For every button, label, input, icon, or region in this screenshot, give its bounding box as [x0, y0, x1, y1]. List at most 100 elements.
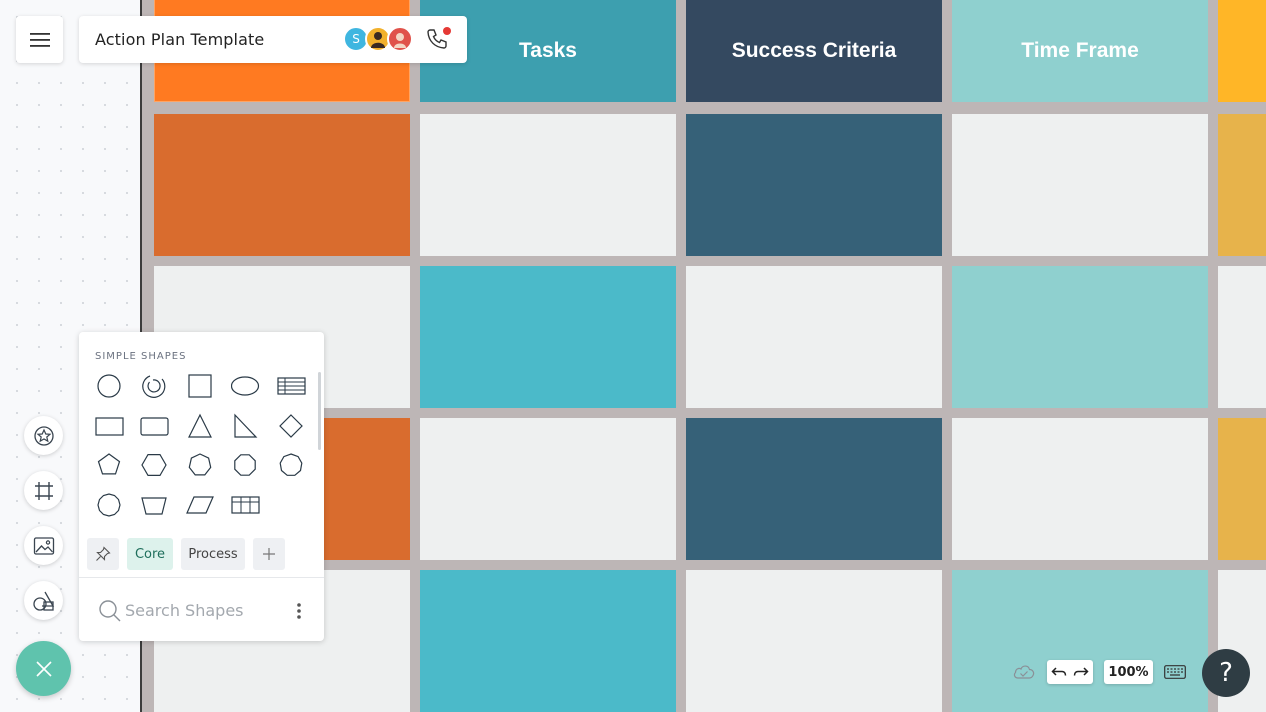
- board-cell[interactable]: [952, 418, 1208, 560]
- redo-icon[interactable]: [1073, 665, 1089, 679]
- arc-icon: [142, 375, 166, 398]
- shape-item[interactable]: [135, 447, 175, 483]
- triangle-icon: [187, 413, 212, 438]
- search-icon: [99, 600, 121, 622]
- undo-icon[interactable]: [1051, 665, 1067, 679]
- shapes-panel: SIMPLE SHAPES Core Process: [79, 332, 324, 641]
- shape-item[interactable]: [271, 408, 311, 444]
- frame-button[interactable]: [24, 471, 63, 510]
- decagon-icon: [96, 492, 121, 517]
- image-button[interactable]: [24, 526, 63, 565]
- plus-icon: [263, 548, 275, 560]
- notification-dot: [443, 27, 451, 35]
- shape-item[interactable]: [226, 487, 266, 523]
- shape-item[interactable]: [226, 408, 266, 444]
- shape-item[interactable]: [89, 368, 129, 404]
- panel-heading: SIMPLE SHAPES: [95, 351, 187, 362]
- search-input[interactable]: [125, 598, 295, 622]
- circle-icon: [96, 374, 121, 398]
- shape-search-bar: [79, 577, 324, 641]
- shape-item[interactable]: [180, 487, 220, 523]
- board-cell[interactable]: [420, 114, 676, 256]
- pentagon-icon: [97, 453, 120, 475]
- shape-item[interactable]: [271, 447, 311, 483]
- parallelogram-icon: [185, 495, 214, 514]
- diamond-icon: [278, 413, 303, 438]
- star-badge-icon: [33, 425, 54, 446]
- column-header-label: Tasks: [519, 39, 577, 62]
- hexagon-icon: [141, 453, 167, 476]
- image-icon: [33, 536, 54, 555]
- keyboard-icon[interactable]: [1164, 665, 1186, 679]
- call-button[interactable]: [425, 27, 451, 53]
- zoom-level: 100%: [1108, 664, 1149, 680]
- ellipse-icon: [231, 376, 260, 396]
- shapes-icon: [32, 591, 54, 611]
- collaborator-avatars: S: [343, 26, 413, 52]
- column-header-label: Time Frame: [1021, 39, 1139, 62]
- board-cell[interactable]: [952, 114, 1208, 256]
- board-cell[interactable]: [154, 114, 410, 256]
- shape-item[interactable]: [226, 447, 266, 483]
- nonagon-icon: [279, 453, 302, 476]
- undo-redo-group: [1047, 660, 1093, 684]
- zoom-level-button[interactable]: 100%: [1104, 660, 1153, 684]
- board-cell[interactable]: [420, 418, 676, 560]
- shape-item[interactable]: [180, 368, 220, 404]
- frame-icon: [34, 481, 53, 500]
- add-library-button[interactable]: [253, 538, 285, 570]
- board-cell[interactable]: [420, 570, 676, 712]
- shape-item[interactable]: [135, 368, 175, 404]
- person-icon: [371, 32, 385, 48]
- board-cell[interactable]: [686, 570, 942, 712]
- shape-item[interactable]: [89, 487, 129, 523]
- board-cell[interactable]: [686, 114, 942, 256]
- shape-item[interactable]: [180, 447, 220, 483]
- shapes-button[interactable]: [24, 581, 63, 620]
- shape-item[interactable]: [135, 408, 175, 444]
- panel-scrollbar[interactable]: [318, 372, 321, 450]
- header-time-frame[interactable]: Time Frame: [952, 0, 1208, 102]
- board-cell[interactable]: [1218, 418, 1266, 560]
- avatar[interactable]: [387, 26, 413, 52]
- rectangle-icon: [94, 416, 124, 436]
- shape-item[interactable]: [89, 408, 129, 444]
- shape-item[interactable]: [135, 487, 175, 523]
- shape-item[interactable]: [226, 368, 266, 404]
- shape-item[interactable]: [180, 408, 220, 444]
- document-title-bar: Action Plan Template S: [79, 16, 467, 63]
- board-cell[interactable]: [686, 266, 942, 408]
- templates-button[interactable]: [24, 416, 63, 455]
- column-header-label: Success Criteria: [731, 39, 897, 62]
- header-extra[interactable]: [1218, 0, 1266, 102]
- hamburger-icon: [29, 32, 50, 47]
- library-tags: Core Process: [87, 538, 285, 570]
- help-button[interactable]: ?: [1202, 649, 1250, 697]
- main-menu-button[interactable]: [16, 16, 63, 63]
- person-icon: [394, 33, 406, 48]
- more-options-icon[interactable]: [296, 602, 302, 620]
- rounded-rectangle-icon: [140, 416, 169, 436]
- header-success-criteria[interactable]: Success Criteria: [686, 0, 942, 102]
- pin-button[interactable]: [87, 538, 119, 570]
- trapezoid-icon: [141, 496, 167, 515]
- board-cell[interactable]: [1218, 266, 1266, 408]
- table-icon: [276, 377, 306, 395]
- close-tools-button[interactable]: [16, 641, 71, 696]
- octagon-icon: [234, 454, 256, 476]
- tag-process[interactable]: Process: [181, 538, 245, 570]
- shape-item[interactable]: [89, 447, 129, 483]
- board-cell[interactable]: [952, 570, 1208, 712]
- board-cell[interactable]: [952, 266, 1208, 408]
- heptagon-icon: [188, 453, 211, 476]
- cloud-save-icon[interactable]: [1012, 662, 1036, 680]
- board-cell[interactable]: [420, 266, 676, 408]
- shape-item[interactable]: [271, 368, 311, 404]
- board-cell[interactable]: [1218, 114, 1266, 256]
- tag-core[interactable]: Core: [127, 538, 173, 570]
- grid-table-icon: [231, 495, 260, 514]
- document-title[interactable]: Action Plan Template: [95, 30, 264, 49]
- square-icon: [187, 374, 212, 398]
- board-cell[interactable]: [686, 418, 942, 560]
- right-triangle-icon: [234, 413, 258, 438]
